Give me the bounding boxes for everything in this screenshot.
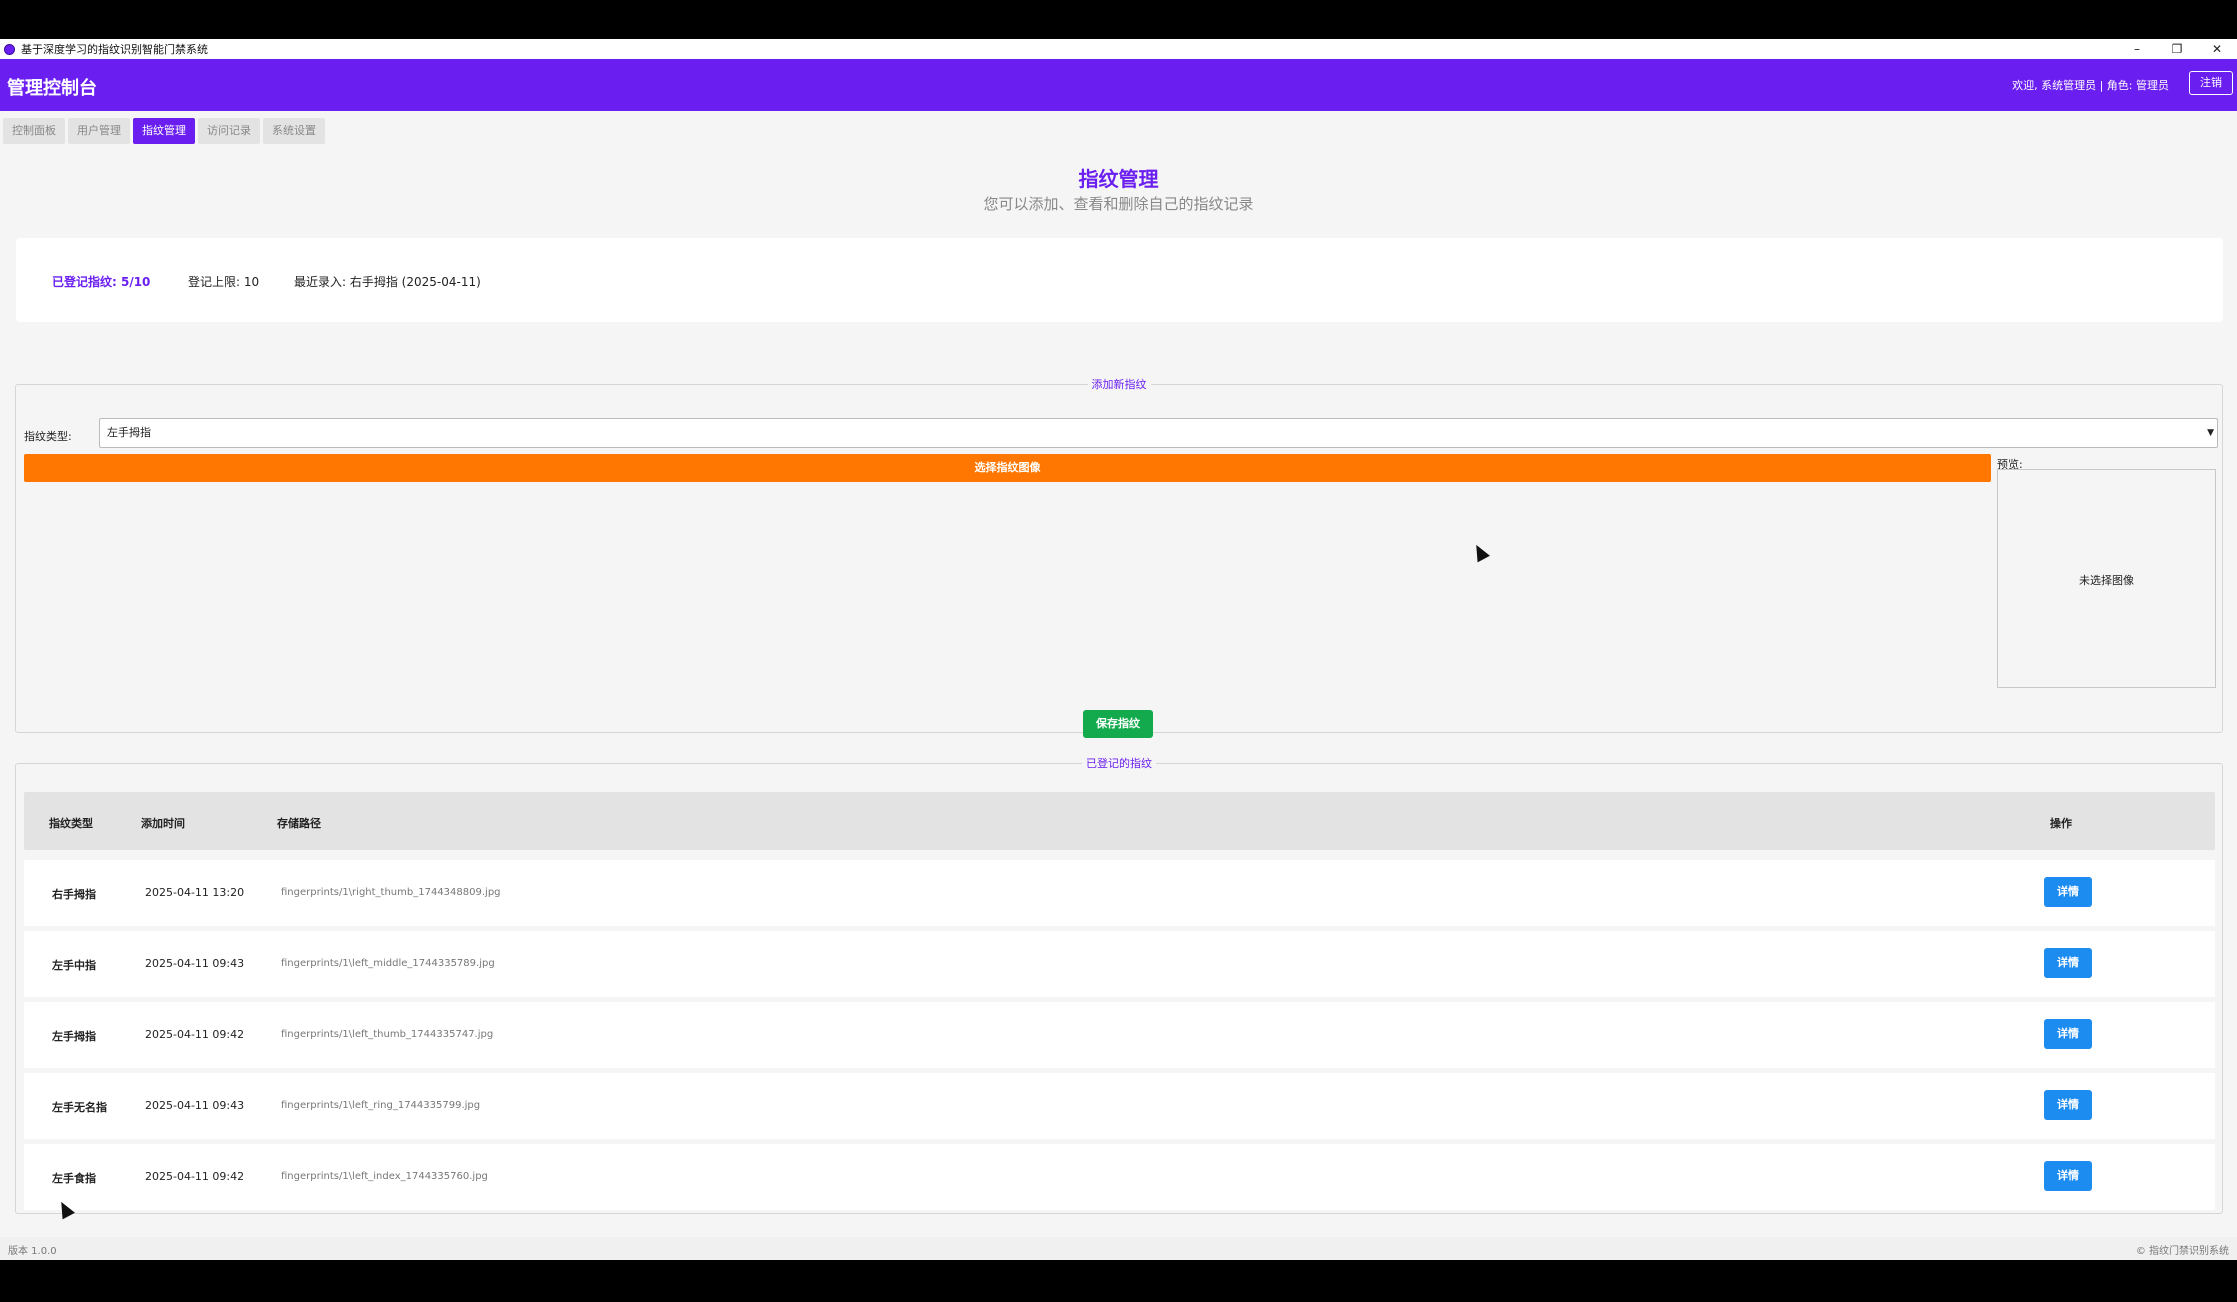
page-subtitle: 您可以添加、查看和删除自己的指纹记录 [983, 195, 1254, 213]
column-header-action: 操作 [2050, 817, 2072, 830]
registration-limit: 登记上限: 10 [188, 275, 260, 289]
app-window: 基于深度学习的指纹识别智能门禁系统 – ❐ ✕ 管理控制台 欢迎, 系统管理员 … [0, 39, 2237, 1260]
cell-time: 2025-04-11 09:42 [145, 1170, 245, 1183]
cell-time: 2025-04-11 09:42 [145, 1028, 245, 1041]
cell-type: 左手拇指 [52, 1030, 96, 1043]
choose-image-button[interactable]: 选择指纹图像 [24, 454, 1991, 482]
cell-type: 右手拇指 [52, 888, 96, 901]
tab-settings[interactable]: 系统设置 [263, 118, 325, 144]
minimize-icon[interactable]: – [2117, 39, 2157, 59]
cell-path: fingerprints/1\left_index_1744335760.jpg [281, 1171, 488, 1182]
copyright-text: © 指纹门禁识别系统 [2135, 1246, 2229, 1257]
window-title: 基于深度学习的指纹识别智能门禁系统 [21, 43, 208, 56]
table-header: 指纹类型 添加时间 存储路径 操作 [24, 792, 2215, 850]
window-titlebar: 基于深度学习的指纹识别智能门禁系统 – ❐ ✕ [0, 39, 2237, 59]
cell-path: fingerprints/1\left_thumb_1744335747.jpg [281, 1029, 494, 1040]
window-controls: – ❐ ✕ [2117, 39, 2237, 59]
screen-border-top [0, 0, 2237, 39]
cell-type: 左手无名指 [52, 1101, 107, 1114]
save-fingerprint-button[interactable]: 保存指纹 [1083, 710, 1153, 738]
add-section-legend: 添加新指纹 [1091, 378, 1147, 391]
version-text: 版本 1.0.0 [8, 1246, 57, 1257]
status-footer: 版本 1.0.0 © 指纹门禁识别系统 [0, 1237, 2237, 1260]
detail-button[interactable]: 详情 [2044, 877, 2092, 907]
maximize-icon[interactable]: ❐ [2157, 39, 2197, 59]
cell-type: 左手中指 [52, 959, 96, 972]
tab-access-logs[interactable]: 访问记录 [198, 118, 260, 144]
cell-path: fingerprints/1\right_thumb_1744348809.jp… [281, 887, 501, 898]
detail-button[interactable]: 详情 [2044, 948, 2092, 978]
page-title: 指纹管理 [1078, 167, 1159, 191]
cell-path: fingerprints/1\left_middle_1744335789.jp… [281, 958, 495, 969]
close-icon[interactable]: ✕ [2197, 39, 2237, 59]
table-row: 右手拇指 2025-04-11 13:20 fingerprints/1\rig… [24, 860, 2215, 926]
cell-path: fingerprints/1\left_ring_1744335799.jpg [281, 1100, 481, 1111]
column-header-path: 存储路径 [277, 817, 321, 830]
preview-box: 未选择图像 [1997, 469, 2216, 688]
stats-panel: 已登记指纹: 5/10 登记上限: 10 最近录入: 右手拇指 (2025-04… [16, 238, 2223, 322]
cell-time: 2025-04-11 09:43 [145, 957, 245, 970]
table-row: 左手拇指 2025-04-11 09:42 fingerprints/1\lef… [24, 1002, 2215, 1068]
column-header-type: 指纹类型 [49, 817, 93, 830]
app-icon [4, 43, 15, 55]
table-row: 左手中指 2025-04-11 09:43 fingerprints/1\lef… [24, 931, 2215, 997]
detail-button[interactable]: 详情 [2044, 1090, 2092, 1120]
app-header: 管理控制台 欢迎, 系统管理员 | 角色: 管理员 注销 [0, 59, 2237, 111]
brand-title: 管理控制台 [7, 78, 97, 99]
fingerprint-type-label: 指纹类型: [24, 430, 72, 443]
column-header-time: 添加时间 [141, 817, 185, 830]
registered-fingerprints-section: 已登记的指纹 指纹类型 添加时间 存储路径 操作 右手拇指 2025-04-11… [15, 755, 2223, 1214]
registered-count: 已登记指纹: 5/10 [52, 275, 151, 289]
cell-time: 2025-04-11 13:20 [145, 886, 245, 899]
fingerprint-type-value: 左手拇指 [107, 426, 151, 439]
table-row: 左手无名指 2025-04-11 09:43 fingerprints/1\le… [24, 1073, 2215, 1139]
table-row: 左手食指 2025-04-11 09:42 fingerprints/1\lef… [24, 1144, 2215, 1210]
cell-time: 2025-04-11 09:43 [145, 1099, 245, 1112]
fingerprint-type-select[interactable]: 左手拇指 ▼ [99, 418, 2218, 448]
tab-users[interactable]: 用户管理 [68, 118, 130, 144]
tab-bar: 控制面板 用户管理 指纹管理 访问记录 系统设置 [3, 118, 325, 144]
detail-button[interactable]: 详情 [2044, 1019, 2092, 1049]
logout-button[interactable]: 注销 [2189, 71, 2233, 95]
add-fingerprint-section: 添加新指纹 指纹类型: 左手拇指 ▼ 选择指纹图像 预览: 未选择图像 保存指纹 [15, 376, 2223, 738]
preview-placeholder: 未选择图像 [2079, 574, 2134, 587]
cell-type: 左手食指 [52, 1172, 96, 1185]
screen-border-bottom [0, 1260, 2237, 1302]
tab-fingerprints[interactable]: 指纹管理 [133, 118, 195, 144]
list-section-legend: 已登记的指纹 [1086, 757, 1152, 770]
detail-button[interactable]: 详情 [2044, 1161, 2092, 1191]
chevron-down-icon: ▼ [2207, 428, 2214, 438]
welcome-text: 欢迎, 系统管理员 | 角色: 管理员 [2012, 79, 2169, 92]
recent-entry: 最近录入: 右手拇指 (2025-04-11) [294, 275, 481, 289]
tab-dashboard[interactable]: 控制面板 [3, 118, 65, 144]
